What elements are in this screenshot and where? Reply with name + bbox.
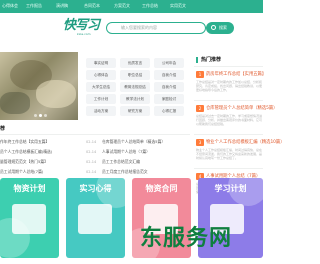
category-link[interactable]: 心得汇报 (154, 106, 184, 116)
category-link[interactable]: 公司年会 (154, 58, 184, 68)
category-link[interactable]: 活动方案 (86, 106, 116, 116)
search-button[interactable]: 搜索 (206, 22, 234, 34)
hot-item-title[interactable]: 物业个人工作总结模板汇编（精选10篇） (206, 139, 285, 146)
category-link[interactable]: 事实证明 (86, 58, 116, 68)
category-link[interactable]: 教学法计划 (120, 94, 150, 104)
nav-item[interactable]: 心得体会 (2, 3, 18, 9)
nav-item[interactable]: 演讲稿 (56, 3, 68, 9)
category-link[interactable]: 职位总结 (120, 70, 150, 80)
article-link[interactable]: 仓库管理员个人总结简单（精选5篇） (102, 139, 165, 145)
article-date: 02-14 (86, 160, 97, 164)
category-link[interactable]: 研究方案 (120, 106, 150, 116)
rank-badge: 2 (196, 105, 204, 112)
category-link[interactable]: 自我介绍 (154, 82, 184, 92)
tile-label: 学习计划 (214, 184, 247, 193)
search-placeholder: 输入您要搜索的内容 (121, 25, 157, 30)
hot-item[interactable]: 1 药房年终工作总结【实用五篇】 工作总结是对一定时期内的工作加以总结、分析和研… (194, 66, 266, 100)
hot-item-title[interactable]: 药房年终工作总结【实用五篇】 (206, 71, 266, 78)
hot-item[interactable]: 3 物业个人工作总结模板汇编（精选10篇） 物业个人工作总结模板汇编，时间过得真… (194, 134, 285, 168)
nav-item[interactable]: 实用范文 (170, 3, 186, 9)
carousel-dot[interactable] (44, 114, 47, 117)
category-link[interactable]: 心得体会 (86, 70, 116, 80)
category-link[interactable]: 教育法规总结 (120, 82, 150, 92)
nav-item[interactable]: 方案范文 (114, 3, 130, 9)
watermark: 东服务网 (140, 226, 233, 251)
rank-badge: 3 (196, 139, 204, 146)
article-link[interactable]: 员工工作总结范文汇编 (102, 159, 140, 165)
search-icon (211, 25, 216, 30)
tile-illustration (12, 204, 46, 234)
banner-shape (36, 80, 76, 108)
rank-badge: 1 (196, 71, 204, 78)
article-link[interactable]: 作年终工作总结【实用五篇】 (0, 139, 49, 145)
banner-shape (0, 92, 30, 114)
category-link[interactable]: 工作计划 (86, 94, 116, 104)
category-link[interactable]: 家庭检讨 (154, 94, 184, 104)
panel-header: 热门推荐 (194, 54, 263, 64)
hot-item-desc: 物业个人工作总结模板汇编，时间过得真快，总在不经意间流逝，我们的工作又将迎来新的… (196, 148, 262, 160)
article-date: 02-14 (86, 150, 97, 154)
category-tile[interactable]: 物资计划 (0, 178, 59, 258)
article-link[interactable]: 人事试用期个人总结（7篇） (102, 149, 150, 155)
nav-item[interactable]: 工作总结 (142, 3, 158, 9)
tile-illustration (78, 204, 112, 234)
category-link[interactable]: 自我介绍 (154, 70, 184, 80)
tile-label: 物资合同 (145, 184, 178, 193)
hot-item-title[interactable]: 仓库管理员个人总结简单（精选5篇） (206, 105, 277, 112)
top-nav: 心得体会 工作报告 演讲稿 合同范本 方案范文 工作总结 实用范文 (0, 0, 263, 13)
article-link[interactable]: 员工试用期个人总结(7篇) (0, 169, 43, 175)
nav-item[interactable]: 合同范本 (84, 3, 100, 9)
logo-domain: kxie.com (77, 32, 91, 36)
article-date: 02-14 (86, 170, 97, 174)
section-title: 荐 (0, 126, 6, 132)
banner-image[interactable] (0, 52, 78, 120)
accent-bar (196, 57, 198, 63)
carousel-dot[interactable] (39, 114, 42, 117)
article-link[interactable]: 量管理规范范文【热门5篇】 (0, 159, 48, 165)
category-tile[interactable]: 实习心得 (66, 178, 125, 258)
article-link[interactable]: 员工月度工作总结报告范文 (102, 169, 148, 175)
search-input[interactable]: 输入您要搜索的内容 (106, 22, 206, 34)
article-link[interactable]: 员个人工作总结模板汇编(精选) (0, 149, 52, 155)
article-date: 02-14 (86, 140, 97, 144)
divider (0, 134, 190, 135)
hot-item[interactable]: 2 仓库管理员个人总结简单（精选5篇） 总结是对过去一定时期的工作、学习或思想情… (194, 100, 277, 134)
panel-title: 热门推荐 (201, 57, 222, 63)
search-button-label: 搜索 (219, 25, 227, 30)
site-logo[interactable]: 快写习 kxie.com (63, 18, 103, 38)
tile-label: 实习心得 (79, 184, 112, 193)
category-link[interactable]: 大学生总结 (86, 82, 116, 92)
tile-label: 物资计划 (13, 184, 46, 193)
category-link[interactable]: 优质发言 (120, 58, 150, 68)
hot-item-desc: 总结是对过去一定时期的工作、学习或思想情况进行回顾、分析，并做出客观评价的书面材… (196, 114, 262, 126)
carousel-dot[interactable] (34, 114, 37, 117)
nav-item[interactable]: 工作报告 (26, 3, 42, 9)
hot-item-desc: 工作总结是对一定时期内的工作加以总结、分析和研究，肯定成绩，找出问题，得出经验教… (196, 80, 262, 92)
